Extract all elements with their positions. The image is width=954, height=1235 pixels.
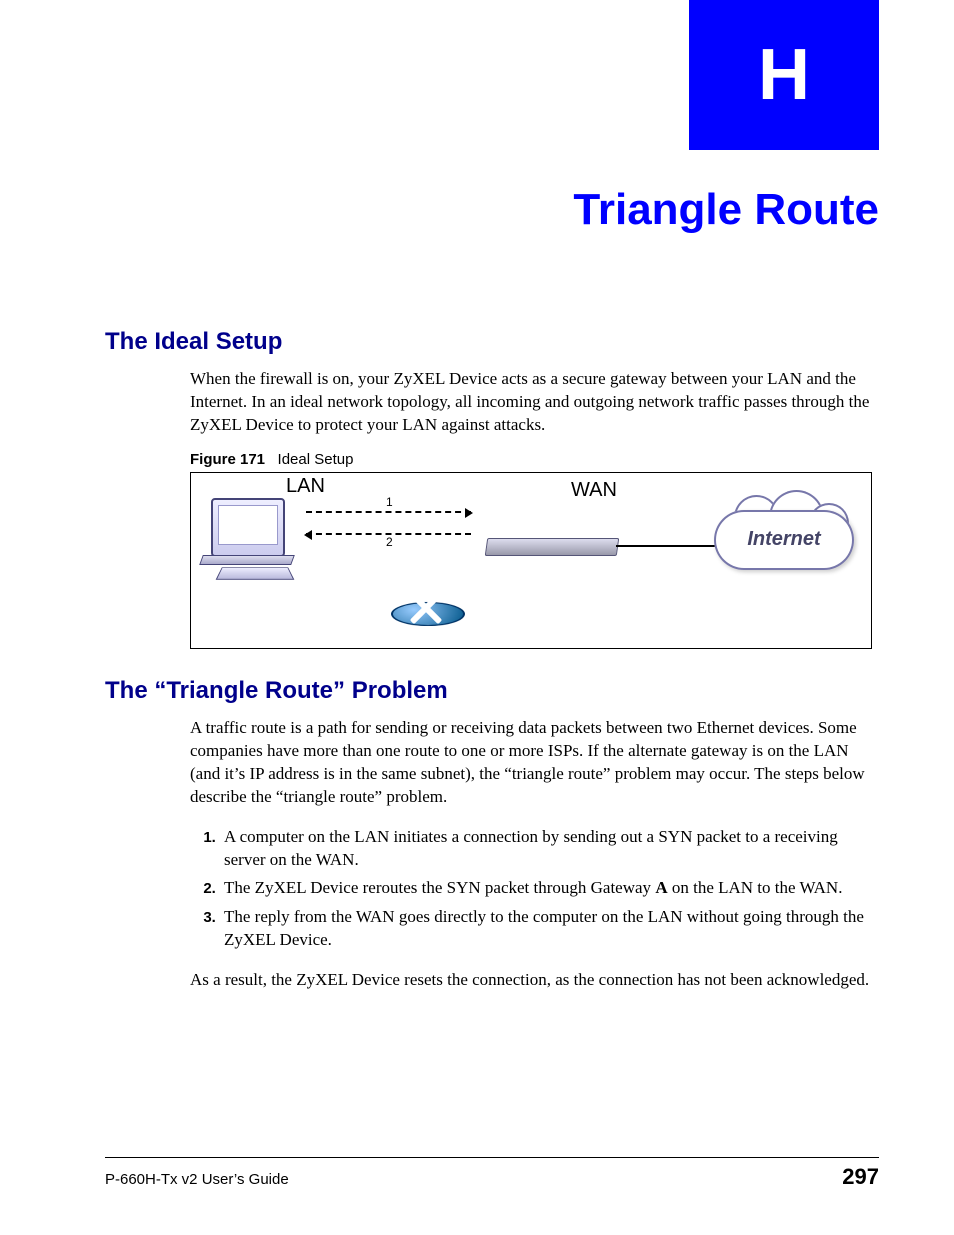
footer-guide-title: P-660H-Tx v2 User’s Guide: [105, 1171, 289, 1188]
computer-base-icon: [199, 555, 295, 565]
section-heading-problem: The “Triangle Route” Problem: [105, 677, 879, 705]
keyboard-icon: [216, 567, 295, 579]
figure-number: Figure 171: [190, 451, 265, 468]
computer-icon: [211, 498, 285, 557]
page-content: The Ideal Setup When the firewall is on,…: [105, 310, 879, 1006]
list-item: The ZyXEL Device reroutes the SYN packet…: [220, 877, 879, 900]
figure-caption: Figure 171 Ideal Setup: [190, 451, 879, 468]
internet-cloud-icon: Internet: [709, 495, 859, 580]
page-number: 297: [842, 1164, 879, 1190]
list-item: The reply from the WAN goes directly to …: [220, 906, 879, 952]
problem-paragraph: A traffic route is a path for sending or…: [190, 717, 879, 809]
figure-lan-label: LAN: [286, 475, 325, 498]
figure-title: Ideal Setup: [278, 451, 354, 468]
zyxel-device-icon: [485, 538, 620, 556]
problem-conclusion: As a result, the ZyXEL Device resets the…: [190, 969, 879, 992]
figure-wan-label: WAN: [571, 479, 617, 502]
section-heading-ideal: The Ideal Setup: [105, 328, 879, 356]
internet-label: Internet: [709, 528, 859, 551]
chapter-letter: H: [758, 34, 810, 116]
arrow-label-1: 1: [386, 495, 393, 509]
chapter-letter-box: H: [689, 0, 879, 150]
arrow-1-icon: [306, 511, 471, 513]
list-item: A computer on the LAN initiates a connec…: [220, 826, 879, 872]
problem-steps-list: A computer on the LAN initiates a connec…: [190, 826, 879, 953]
arrow-label-2: 2: [386, 535, 393, 549]
page-footer: P-660H-Tx v2 User’s Guide 297: [105, 1157, 879, 1190]
ideal-paragraph: When the firewall is on, your ZyXEL Devi…: [190, 368, 879, 437]
chapter-title: Triangle Route: [100, 185, 879, 235]
figure-ideal-setup: LAN WAN 1 2 Internet: [190, 472, 872, 649]
